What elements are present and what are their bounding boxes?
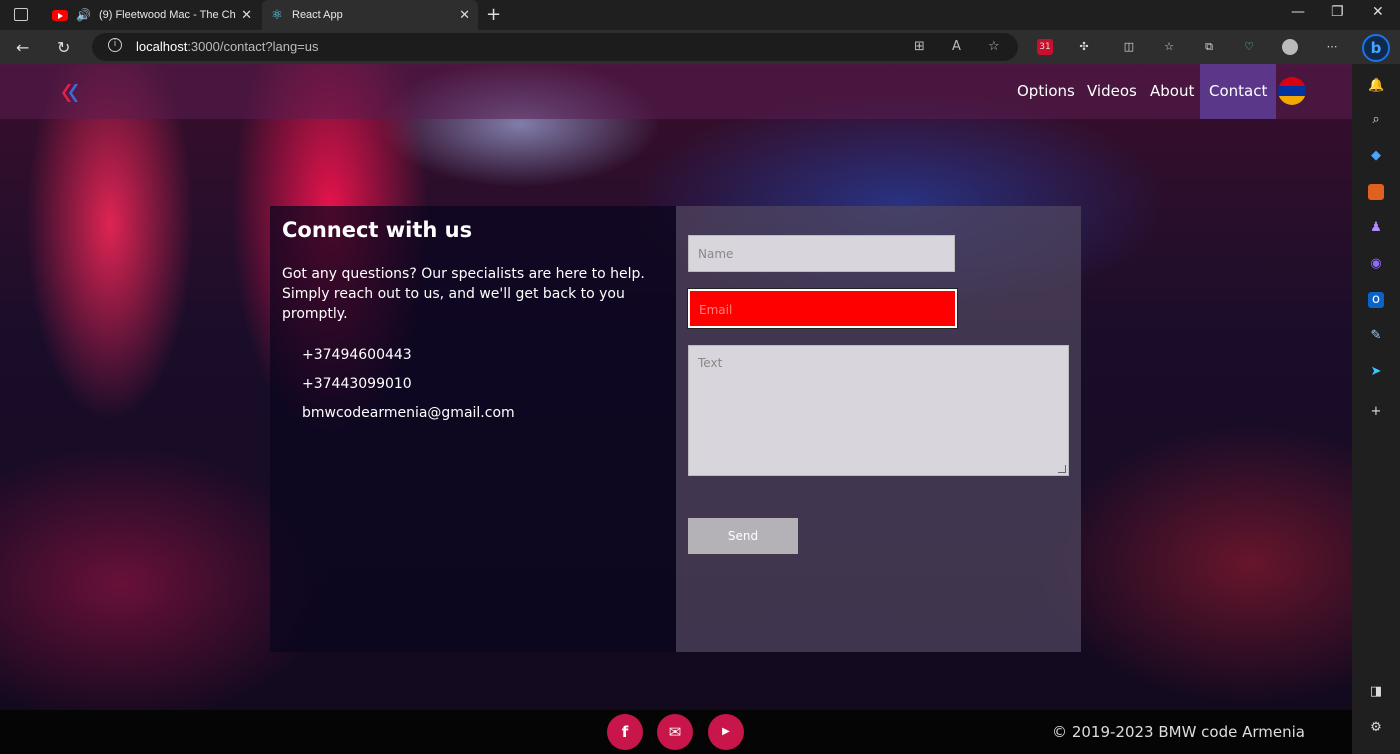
phone-2[interactable]: +37443099010 [302,376,412,392]
read-aloud-icon[interactable]: A [952,39,961,54]
favorite-star-icon[interactable]: ☆ [988,39,1000,54]
armenian-flag-language-icon[interactable] [1278,77,1306,105]
microsoft-365-icon[interactable]: ◉ [1368,256,1384,272]
designer-icon[interactable]: ✎ [1368,328,1384,344]
outlook-icon[interactable]: o [1368,292,1384,308]
url-text: localhost:3000/contact?lang=us [136,39,319,54]
close-icon[interactable]: ✕ [459,7,470,23]
react-icon: ⚛ [271,7,283,22]
contact-description: Got any questions? Our specialists are h… [282,266,645,322]
send-icon[interactable]: ➤ [1368,364,1384,380]
message-textarea[interactable]: Text [688,345,1069,476]
site-footer: f ✉ ▶ © 2019-2023 BMW code Armenia [0,710,1352,754]
nav-options[interactable]: Options [1008,64,1084,119]
contact-form: Name Email Text Send [676,206,1081,652]
favorites-icon[interactable]: ☆ [1161,39,1177,55]
hide-sidebar-icon[interactable]: ◨ [1368,684,1384,700]
bing-copilot-icon[interactable]: b [1362,34,1390,62]
tab-actions-icon[interactable] [14,8,28,21]
bell-icon[interactable]: 🔔 [1368,78,1384,94]
extensions-puzzle-icon[interactable]: ✣ [1076,39,1092,55]
url-field[interactable]: i localhost:3000/contact?lang=us ⊞ A ☆ [92,33,1018,61]
contact-email[interactable]: bmwcodearmenia@gmail.com [302,405,515,421]
more-menu-icon[interactable]: ⋯ [1324,39,1340,55]
email-input[interactable]: Email [687,288,958,329]
search-icon[interactable]: ⌕ [1368,112,1384,128]
nav-about[interactable]: About [1141,64,1203,119]
performance-heart-icon[interactable]: ♡ [1241,39,1257,55]
shopping-tag-icon[interactable]: ◆ [1368,148,1384,164]
collections-icon[interactable]: ⧉ [1201,39,1217,55]
mail-icon[interactable]: ✉ [657,714,693,750]
message-placeholder: Text [698,356,723,370]
profile-avatar[interactable] [1282,39,1298,55]
back-icon[interactable]: ← [16,38,29,57]
contact-info-panel: Connect with us Got any questions? Our s… [270,206,676,652]
site-navbar: Options Videos About Contact [0,64,1352,119]
page-background: Options Videos About Contact Connect wit… [0,64,1352,754]
name-input[interactable]: Name [688,235,955,272]
nav-contact[interactable]: Contact [1200,64,1277,119]
ublock-extension-icon[interactable]: 31 [1037,39,1053,55]
tab-react-app[interactable]: ⚛ React App ✕ [262,0,478,30]
tab-title: React App [292,9,343,21]
logo-icon[interactable] [58,84,80,102]
youtube-icon [52,9,68,21]
settings-gear-icon[interactable]: ⚙ [1368,720,1384,736]
reload-icon[interactable]: ↻ [57,38,70,57]
close-window-icon[interactable]: ✕ [1372,4,1384,20]
address-bar-row: ← ↻ i localhost:3000/contact?lang=us ⊞ A… [0,30,1400,64]
speaker-icon[interactable]: 🔊 [76,8,91,22]
split-screen-icon[interactable]: ◫ [1121,39,1137,55]
nav-videos[interactable]: Videos [1078,64,1146,119]
contact-card: Connect with us Got any questions? Our s… [270,206,1081,652]
add-icon[interactable]: + [1368,404,1384,420]
contact-title: Connect with us [282,218,473,242]
send-button[interactable]: Send [688,518,798,554]
tab-title: (9) Fleetwood Mac - The Ch [98,9,236,21]
edge-sidebar: 🔔 ⌕ ◆ ♟ ◉ o ✎ ➤ + ◨ ⚙ [1352,64,1400,754]
phone-1[interactable]: +37494600443 [302,347,412,363]
youtube-icon[interactable]: ▶ [708,714,744,750]
new-tab-icon[interactable]: + [486,4,501,25]
browser-tab-bar: 🔊 (9) Fleetwood Mac - The Ch ✕ ⚛ React A… [0,0,1400,30]
app-grid-icon[interactable]: ⊞ [914,39,925,54]
copyright-text: © 2019-2023 BMW code Armenia [1052,723,1305,741]
close-icon[interactable]: ✕ [241,7,252,23]
tab-youtube[interactable]: 🔊 (9) Fleetwood Mac - The Ch ✕ [44,0,260,30]
resize-handle[interactable] [1058,465,1066,473]
info-icon[interactable]: i [108,38,122,52]
maximize-icon[interactable]: ❐ [1331,4,1344,20]
games-icon[interactable]: ♟ [1368,220,1384,236]
facebook-icon[interactable]: f [607,714,643,750]
minimize-icon[interactable]: — [1291,4,1305,20]
tools-icon[interactable] [1368,184,1384,200]
